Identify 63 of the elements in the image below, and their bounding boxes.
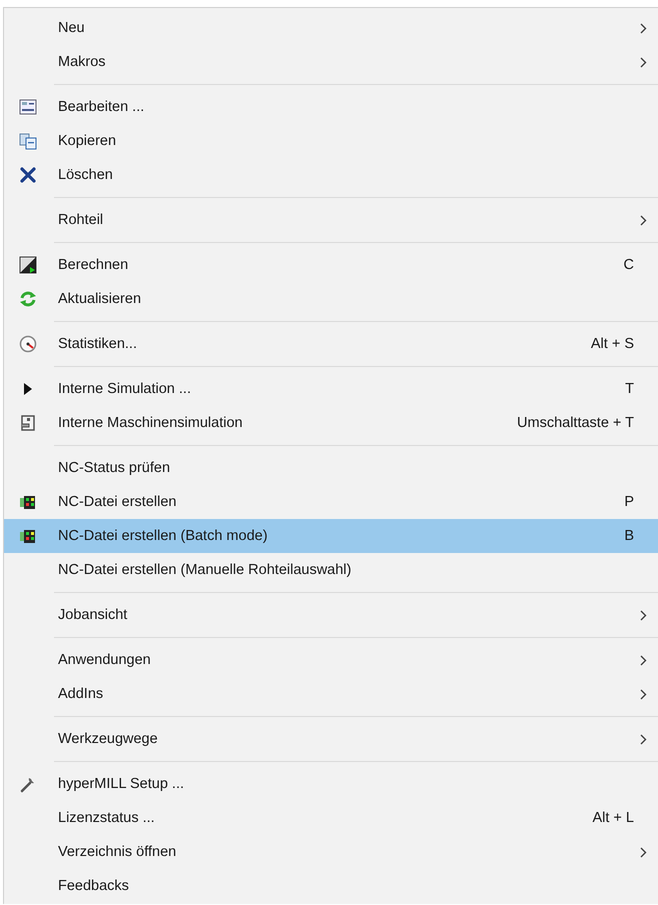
- menu-item[interactable]: Werkzeugwege: [4, 722, 658, 756]
- menu-item-label: AddIns: [58, 686, 104, 702]
- menu-item[interactable]: Jobansicht: [4, 598, 658, 632]
- menu-item[interactable]: Neu: [4, 11, 658, 45]
- chip-icon: [19, 527, 37, 545]
- refresh-icon: [19, 290, 37, 308]
- menu-item[interactable]: hyperMILL Setup ...: [4, 767, 658, 801]
- menu-item[interactable]: NC-Datei erstellen (Manuelle Rohteilauswahl): [4, 553, 658, 587]
- menu-item-label: Statistiken...: [58, 336, 138, 352]
- menu-item-label: Neu: [58, 20, 86, 36]
- menu-item[interactable]: Anwendungen: [4, 643, 658, 677]
- gauge-icon: [19, 335, 37, 353]
- menu-item[interactable]: Interne Maschinensimulation Umschalttaste + T: [4, 406, 658, 440]
- menu-item-label: Verzeichnis öffnen: [58, 844, 178, 860]
- menu-item[interactable]: AddIns: [4, 677, 658, 711]
- menu-item-label: NC-Datei erstellen: [58, 494, 178, 510]
- menu-item[interactable]: Makros: [4, 45, 658, 79]
- menu-item-label: Werkzeugwege: [58, 731, 159, 747]
- menu-item[interactable]: Kopieren: [4, 124, 658, 158]
- delete-icon: [19, 166, 37, 184]
- menu-item[interactable]: Aktualisieren: [4, 282, 658, 316]
- shortcut-text: B: [624, 528, 634, 544]
- menu-item-label: Anwendungen: [58, 652, 152, 668]
- menu-item[interactable]: Verzeichnis öffnen: [4, 835, 658, 869]
- menu-item[interactable]: Löschen: [4, 158, 658, 192]
- shortcut-text: P: [624, 494, 634, 510]
- menu-item[interactable]: NC-Datei erstellen (Batch mode) B: [4, 519, 658, 553]
- menu-item-label: Interne Maschinensimulation: [58, 415, 244, 431]
- menu-item-label: Kopieren: [58, 133, 118, 149]
- menu-item[interactable]: NC-Datei erstellen P: [4, 485, 658, 519]
- menu-item-label: Löschen: [58, 167, 114, 183]
- menu-item[interactable]: Feedbacks: [4, 869, 658, 903]
- menu-item-label: NC-Datei erstellen (Manuelle Rohteilauswahl): [58, 562, 352, 578]
- menu-item-label: Interne Simulation ...: [58, 381, 192, 397]
- menu-item-label: hyperMILL Setup ...: [58, 776, 186, 792]
- menu-item[interactable]: Interne Simulation ... T: [4, 372, 658, 406]
- menu-item-label: Aktualisieren: [58, 291, 142, 307]
- calculate-icon: [19, 256, 37, 274]
- menu-item-label: Berechnen: [58, 257, 130, 273]
- menu-item[interactable]: Berechnen C: [4, 248, 658, 282]
- shortcut-text: Alt + L: [592, 810, 634, 826]
- menu-item[interactable]: Bearbeiten ...: [4, 90, 658, 124]
- menu-item[interactable]: Lizenzstatus ... Alt + L: [4, 801, 658, 835]
- menu-item-label: Jobansicht: [58, 607, 128, 623]
- machine-icon: [19, 414, 37, 432]
- menu-item-label: Feedbacks: [58, 878, 130, 894]
- menu-item-label: Bearbeiten ...: [58, 99, 146, 115]
- copy-icon: [19, 132, 37, 150]
- wrench-icon: [19, 775, 37, 793]
- menu-item[interactable]: Rohteil: [4, 203, 658, 237]
- menu-item[interactable]: Statistiken... Alt + S: [4, 327, 658, 361]
- form-icon: [19, 98, 37, 116]
- menu-item-label: Rohteil: [58, 212, 104, 228]
- shortcut-text: C: [624, 257, 634, 273]
- menu-item-label: NC-Status prüfen: [58, 460, 172, 476]
- menu-item-label: Makros: [58, 54, 107, 70]
- shortcut-text: Umschalttaste + T: [517, 415, 634, 431]
- menu-item-label: NC-Datei erstellen (Batch mode): [58, 528, 269, 544]
- shortcut-text: Alt + S: [590, 336, 634, 352]
- chip-icon: [19, 493, 37, 511]
- menu-item-label: Lizenzstatus ...: [58, 810, 156, 826]
- menu-item[interactable]: NC-Status prüfen: [4, 451, 658, 485]
- shortcut-text: T: [625, 381, 634, 397]
